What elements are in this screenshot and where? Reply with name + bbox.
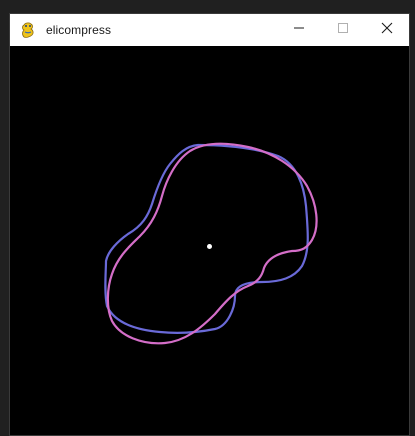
minimize-icon [293,21,305,39]
center-dot [207,244,212,249]
window-controls [277,14,409,46]
title-bar[interactable]: elicompress [10,14,409,46]
window-title: elicompress [46,23,112,37]
pygame-snake-icon [19,21,37,39]
close-icon [381,21,393,39]
pink-closed-curve [106,142,318,345]
drawing-canvas[interactable] [10,46,409,435]
close-button[interactable] [365,14,409,46]
app-window: elicompress [9,13,410,436]
minimize-button[interactable] [277,14,321,46]
maximize-button[interactable] [321,14,365,46]
maximize-icon [337,21,349,39]
